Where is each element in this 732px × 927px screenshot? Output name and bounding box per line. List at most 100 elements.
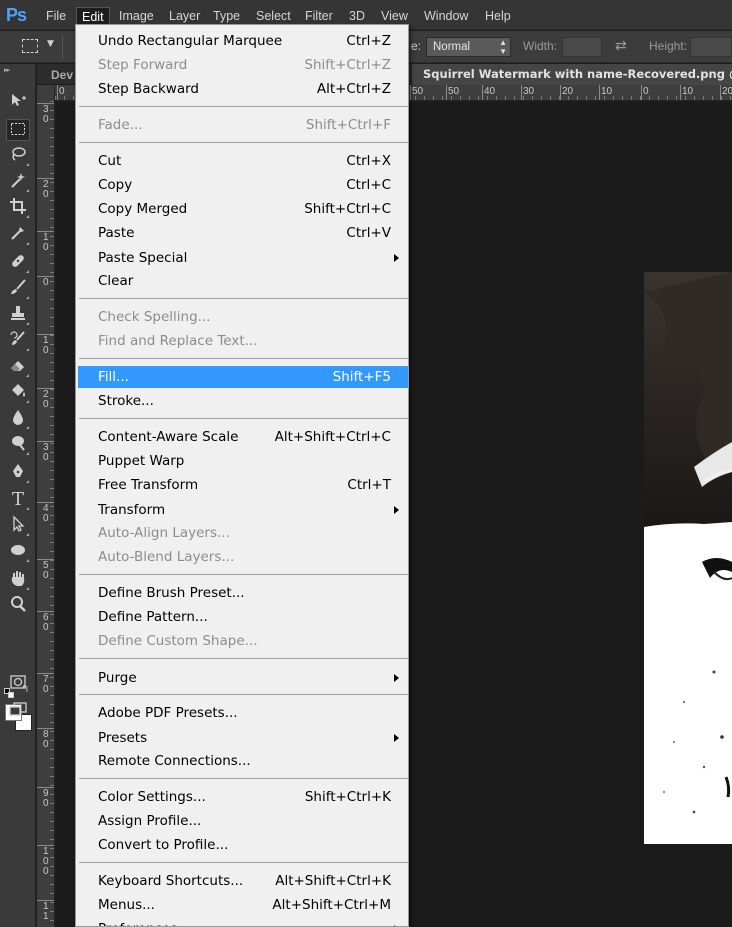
- menu-item-copy[interactable]: Copy Ctrl+C: [78, 174, 408, 196]
- dodge-icon[interactable]: [6, 434, 30, 456]
- menu-item-transform[interactable]: Transform: [78, 499, 408, 521]
- menu-item-clear[interactable]: Clear: [78, 270, 408, 292]
- menu-item-label: Paste: [98, 225, 135, 241]
- menu-window[interactable]: Window: [419, 7, 473, 25]
- menu-item-label: Assign Profile...: [98, 813, 202, 829]
- ruler-minor-tick: [50, 587, 54, 588]
- move-tool-icon[interactable]: [6, 92, 30, 114]
- menu-item-adobe-pdf-presets[interactable]: Adobe PDF Presets...: [78, 702, 408, 724]
- menu-item-color-settings[interactable]: Color Settings... Shift+Ctrl+K: [78, 786, 408, 808]
- ruler-minor-tick: [676, 96, 677, 100]
- tab-document-active[interactable]: Squirrel Watermark with name-Recovered.p…: [412, 64, 732, 85]
- menu-item-fill[interactable]: Fill... Shift+F5: [78, 366, 408, 388]
- menu-item-copy-merged[interactable]: Copy Merged Shift+Ctrl+C: [78, 198, 408, 220]
- ruler-label: 20: [722, 86, 732, 97]
- ruler-major-tick: [560, 85, 561, 100]
- menu-filter[interactable]: Filter: [300, 7, 338, 25]
- menu-view[interactable]: View: [376, 7, 413, 25]
- menu-item-shortcut: Ctrl+Z: [346, 33, 391, 49]
- tools-panel: ▸▸ T ↰: [0, 64, 36, 927]
- ruler-minor-tick: [478, 96, 479, 100]
- menu-item-puppet-warp[interactable]: Puppet Warp: [78, 450, 408, 472]
- menu-item-define-brush-preset[interactable]: Define Brush Preset...: [78, 582, 408, 604]
- menu-help[interactable]: Help: [480, 7, 516, 25]
- ruler-label: 6 0: [43, 612, 49, 633]
- menu-item-label: Transform: [98, 502, 166, 518]
- panel-grip-icon[interactable]: ▸▸: [4, 67, 28, 74]
- brush-icon[interactable]: [6, 278, 30, 300]
- menu-item-cut[interactable]: Cut Ctrl+X: [78, 150, 408, 172]
- menu-item-step-backward[interactable]: Step Backward Alt+Ctrl+Z: [78, 78, 408, 100]
- menu-item-label: Color Settings...: [98, 789, 206, 805]
- menu-3d[interactable]: 3D: [344, 7, 370, 25]
- menu-item-remote-connections[interactable]: Remote Connections...: [78, 750, 408, 772]
- menu-edit[interactable]: Edit: [76, 7, 110, 25]
- menu-layer[interactable]: Layer: [164, 7, 205, 25]
- clone-stamp-icon[interactable]: [6, 304, 30, 326]
- type-icon[interactable]: T: [6, 489, 30, 511]
- screen-mode-icon[interactable]: [6, 701, 30, 723]
- ruler-minor-tick: [50, 218, 54, 219]
- healing-brush-icon[interactable]: [6, 252, 30, 274]
- eyedropper-icon[interactable]: [6, 224, 30, 246]
- hand-icon[interactable]: [6, 569, 30, 591]
- swap-dimensions-icon[interactable]: ⇄: [615, 38, 627, 54]
- vertical-ruler[interactable]: 3 0 2 0 1 0 0 1 0 2 0 3 0 4 0 5 0 6 0 7 0 8 0 9 0 1 0…: [37, 85, 55, 927]
- width-field[interactable]: [562, 37, 602, 57]
- menu-item-undo-rectangular-marquee[interactable]: Undo Rectangular Marquee Ctrl+Z: [78, 30, 408, 52]
- ellipse-icon[interactable]: [6, 541, 30, 563]
- crop-icon[interactable]: [6, 197, 30, 219]
- style-select[interactable]: Normal ▲ ▼: [426, 37, 511, 57]
- menu-item-content-aware-scale[interactable]: Content-Aware Scale Alt+Shift+Ctrl+C: [78, 426, 408, 448]
- ruler-label: 5 0: [43, 560, 49, 581]
- tool-preset-picker-icon[interactable]: [22, 39, 38, 53]
- menu-item-label: Stroke...: [98, 393, 154, 409]
- ruler-minor-tick: [50, 137, 54, 138]
- menu-item-menus[interactable]: Menus... Alt+Shift+Ctrl+M: [78, 894, 408, 916]
- style-label: e:: [411, 39, 422, 53]
- menu-file[interactable]: File: [41, 7, 71, 25]
- pen-icon[interactable]: [6, 462, 30, 484]
- ruler-minor-tick: [460, 96, 461, 100]
- lasso-icon[interactable]: [6, 145, 30, 167]
- menu-item-purge[interactable]: Purge: [78, 667, 408, 689]
- menu-item-presets[interactable]: Presets: [78, 727, 408, 749]
- paint-bucket-icon[interactable]: [6, 382, 30, 404]
- document-image[interactable]: [644, 272, 732, 844]
- eraser-icon[interactable]: [6, 356, 30, 378]
- menu-item-check-spelling: Check Spelling...: [78, 306, 408, 328]
- tab-document-previous[interactable]: Dev: [51, 68, 73, 82]
- ruler-minor-tick: [424, 96, 425, 100]
- divider: [62, 35, 63, 59]
- menu-item-preferences[interactable]: Preferences: [78, 918, 408, 926]
- quick-mask-icon[interactable]: [6, 674, 30, 696]
- height-field[interactable]: [690, 37, 732, 57]
- rectangular-marquee-icon[interactable]: [6, 119, 30, 141]
- menu-select[interactable]: Select: [251, 7, 296, 25]
- menu-item-define-pattern[interactable]: Define Pattern...: [78, 606, 408, 628]
- menu-image[interactable]: Image: [114, 7, 159, 25]
- history-brush-icon[interactable]: [6, 330, 30, 352]
- menu-item-paste[interactable]: Paste Ctrl+V: [78, 222, 408, 244]
- zoom-icon[interactable]: [6, 595, 30, 617]
- ruler-minor-tick: [50, 713, 54, 714]
- chevron-down-icon[interactable]: ▼: [47, 39, 54, 49]
- ruler-minor-tick: [50, 479, 54, 480]
- menu-item-stroke[interactable]: Stroke...: [78, 390, 408, 412]
- menu-item-free-transform[interactable]: Free Transform Ctrl+T: [78, 474, 408, 496]
- ruler-minor-tick: [622, 96, 623, 100]
- magic-wand-icon[interactable]: [6, 171, 30, 193]
- menu-item-label: Paste Special: [98, 250, 188, 266]
- ruler-minor-tick: [496, 96, 497, 100]
- blur-icon[interactable]: [6, 408, 30, 430]
- menu-type[interactable]: Type: [208, 7, 245, 25]
- menu-item-label: Find and Replace Text...: [98, 333, 258, 349]
- menu-item-assign-profile[interactable]: Assign Profile...: [78, 810, 408, 832]
- menu-item-paste-special[interactable]: Paste Special: [78, 247, 408, 269]
- path-selection-icon[interactable]: [6, 515, 30, 537]
- menu-item-keyboard-shortcuts[interactable]: Keyboard Shortcuts... Alt+Shift+Ctrl+K: [78, 870, 408, 892]
- ruler-minor-tick: [50, 893, 54, 894]
- menu-item-convert-to-profile[interactable]: Convert to Profile...: [78, 834, 408, 856]
- ruler-minor-tick: [50, 767, 54, 768]
- ruler-minor-tick: [50, 272, 54, 273]
